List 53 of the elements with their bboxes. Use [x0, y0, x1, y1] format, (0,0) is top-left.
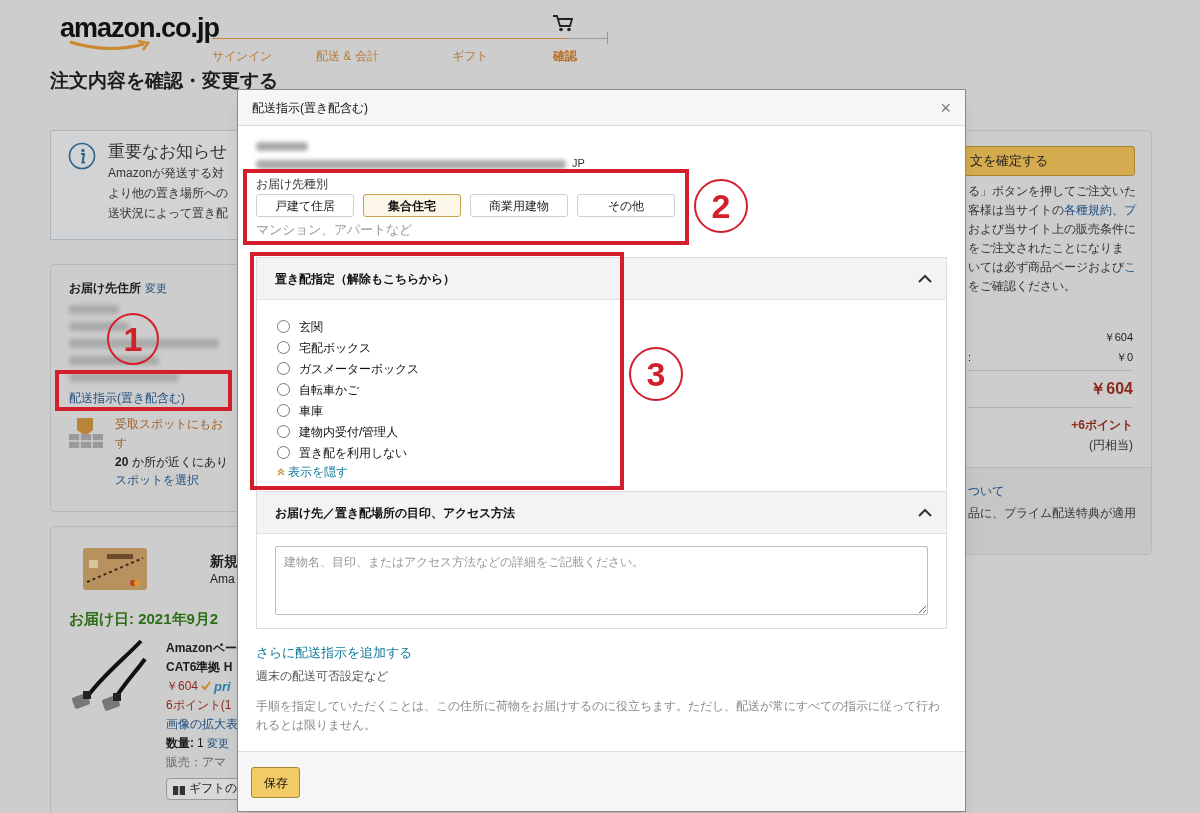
address-country: JP: [572, 157, 585, 169]
pickup-count: 20 か所が近くにあり: [115, 454, 228, 471]
points-earned: +6ポイント: [1071, 417, 1133, 434]
terms-text: いては必ず商品ページおよびこ: [968, 259, 1136, 276]
logo: amazon.co.jp: [60, 14, 220, 42]
notice-text: より他の置き場所への: [108, 185, 228, 202]
summary-value: ￥604: [1103, 330, 1133, 345]
radio-label: 宅配ボックス: [299, 339, 371, 357]
dialog-title: 配送指示(置き配含む): [252, 99, 368, 117]
add-instructions-note: 週末の配送可否設定など: [256, 668, 388, 685]
annotation-number: 3: [629, 347, 683, 401]
prime-note: 品に、プライム配送特典が適用: [968, 505, 1136, 522]
notice-title: 重要なお知らせ: [108, 141, 227, 163]
card-offer-title: 新規: [210, 552, 238, 571]
terms-text: 客様は当サイトの各種規約、プ: [968, 202, 1136, 219]
terms-text: をご注文されたことになりま: [968, 240, 1124, 257]
notice-text: 送状況によって置き配: [108, 205, 228, 222]
disclaimer-text: 手順を指定していただくことは、この住所に荷物をお届けするのに役立ちます。ただし、配送が常にすべての指示に従って行われるとは限りません。: [256, 698, 941, 734]
product-name: Amazonベー: [166, 639, 237, 657]
delivery-date: お届け日: 2021年9月2: [69, 609, 219, 629]
points-note: (円相当): [1089, 437, 1133, 454]
quantity-label: 数量:: [166, 734, 194, 752]
terms-text: をご確認ください。: [968, 278, 1076, 295]
radio-label: 置き配を利用しない: [299, 444, 407, 462]
product-price: ￥604: [166, 677, 199, 695]
summary-label: :: [968, 350, 972, 365]
radio-label: 玄関: [299, 318, 323, 336]
seller-text: 販売：アマ: [166, 753, 226, 771]
step-label: ギフト: [452, 49, 488, 63]
step-label: 確認: [553, 49, 577, 63]
product-points: 6ポイント(1: [166, 696, 232, 714]
radio-label: 自転車かご: [299, 381, 359, 399]
notice-text: Amazonが発送する対: [108, 165, 225, 182]
quantity-value: 1: [197, 734, 204, 752]
type-hint: マンション、アパートなど: [256, 222, 412, 238]
step-label: サインイン: [212, 49, 272, 63]
terms-text: る」ボタンを押してご注文いた: [968, 183, 1136, 200]
terms-text: および当サイト上の販売条件に: [968, 221, 1136, 238]
pickup-text: す: [115, 435, 127, 452]
card-offer-text: Ama: [210, 571, 235, 587]
radio-label: 車庫: [299, 402, 323, 420]
annotation-number: 2: [694, 179, 748, 233]
radio-label: 建物内受付/管理人: [299, 423, 399, 441]
type-label: お届け先種別: [256, 176, 328, 192]
prime-logo: pri: [214, 677, 231, 696]
radio-label: ガスメーターボックス: [299, 360, 419, 378]
order-total: ￥604: [1090, 379, 1133, 399]
address-heading: お届け先住所: [69, 280, 141, 297]
pickup-text: 受取スポットにもお: [115, 416, 223, 433]
summary-value: ￥0: [1115, 350, 1133, 365]
step-label: 配送 & 会計: [316, 49, 379, 63]
annotation-number: 1: [107, 313, 159, 365]
product-name: CAT6準拠 H: [166, 658, 233, 676]
